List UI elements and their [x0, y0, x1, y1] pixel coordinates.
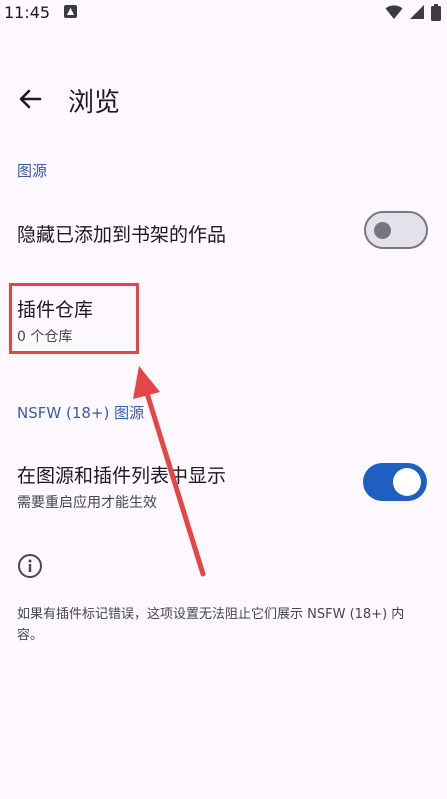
wifi-icon	[385, 5, 403, 19]
switch-thumb	[393, 468, 421, 496]
page-title: 浏览	[68, 88, 121, 118]
signal-icon	[410, 5, 424, 19]
hide-in-library-switch[interactable]	[364, 211, 428, 249]
arrow-left-icon[interactable]	[14, 83, 46, 115]
info-icon	[18, 554, 42, 578]
show-nsfw-subtitle: 需要重启应用才能生效	[17, 495, 157, 511]
extension-repos-title: 插件仓库	[17, 299, 94, 321]
section-header-nsfw: NSFW (18+) 图源	[17, 404, 145, 422]
hide-in-library-label: 隐藏已添加到书架的作品	[17, 224, 227, 246]
section-header-sources: 图源	[17, 162, 48, 180]
battery-icon	[431, 3, 441, 21]
extension-repos-count: 0 个仓库	[17, 329, 73, 345]
notification-icon	[64, 5, 77, 18]
extension-repos-row[interactable]: 插件仓库 0 个仓库	[0, 280, 447, 358]
app-bar: 浏览	[0, 64, 447, 134]
show-nsfw-switch[interactable]	[363, 463, 427, 501]
show-nsfw-row[interactable]: 在图源和插件列表中显示 需要重启应用才能生效	[0, 448, 447, 522]
hide-in-library-row[interactable]: 隐藏已添加到书架的作品	[0, 196, 447, 264]
status-time: 11:45	[4, 3, 51, 22]
switch-thumb	[374, 222, 391, 239]
show-nsfw-title: 在图源和插件列表中显示	[17, 465, 227, 487]
status-bar: 11:45	[0, 0, 447, 26]
status-icons	[385, 3, 441, 21]
nsfw-info-text: 如果有插件标记错误，这项设置无法阻止它们展示 NSFW (18+) 内容。	[17, 607, 405, 643]
